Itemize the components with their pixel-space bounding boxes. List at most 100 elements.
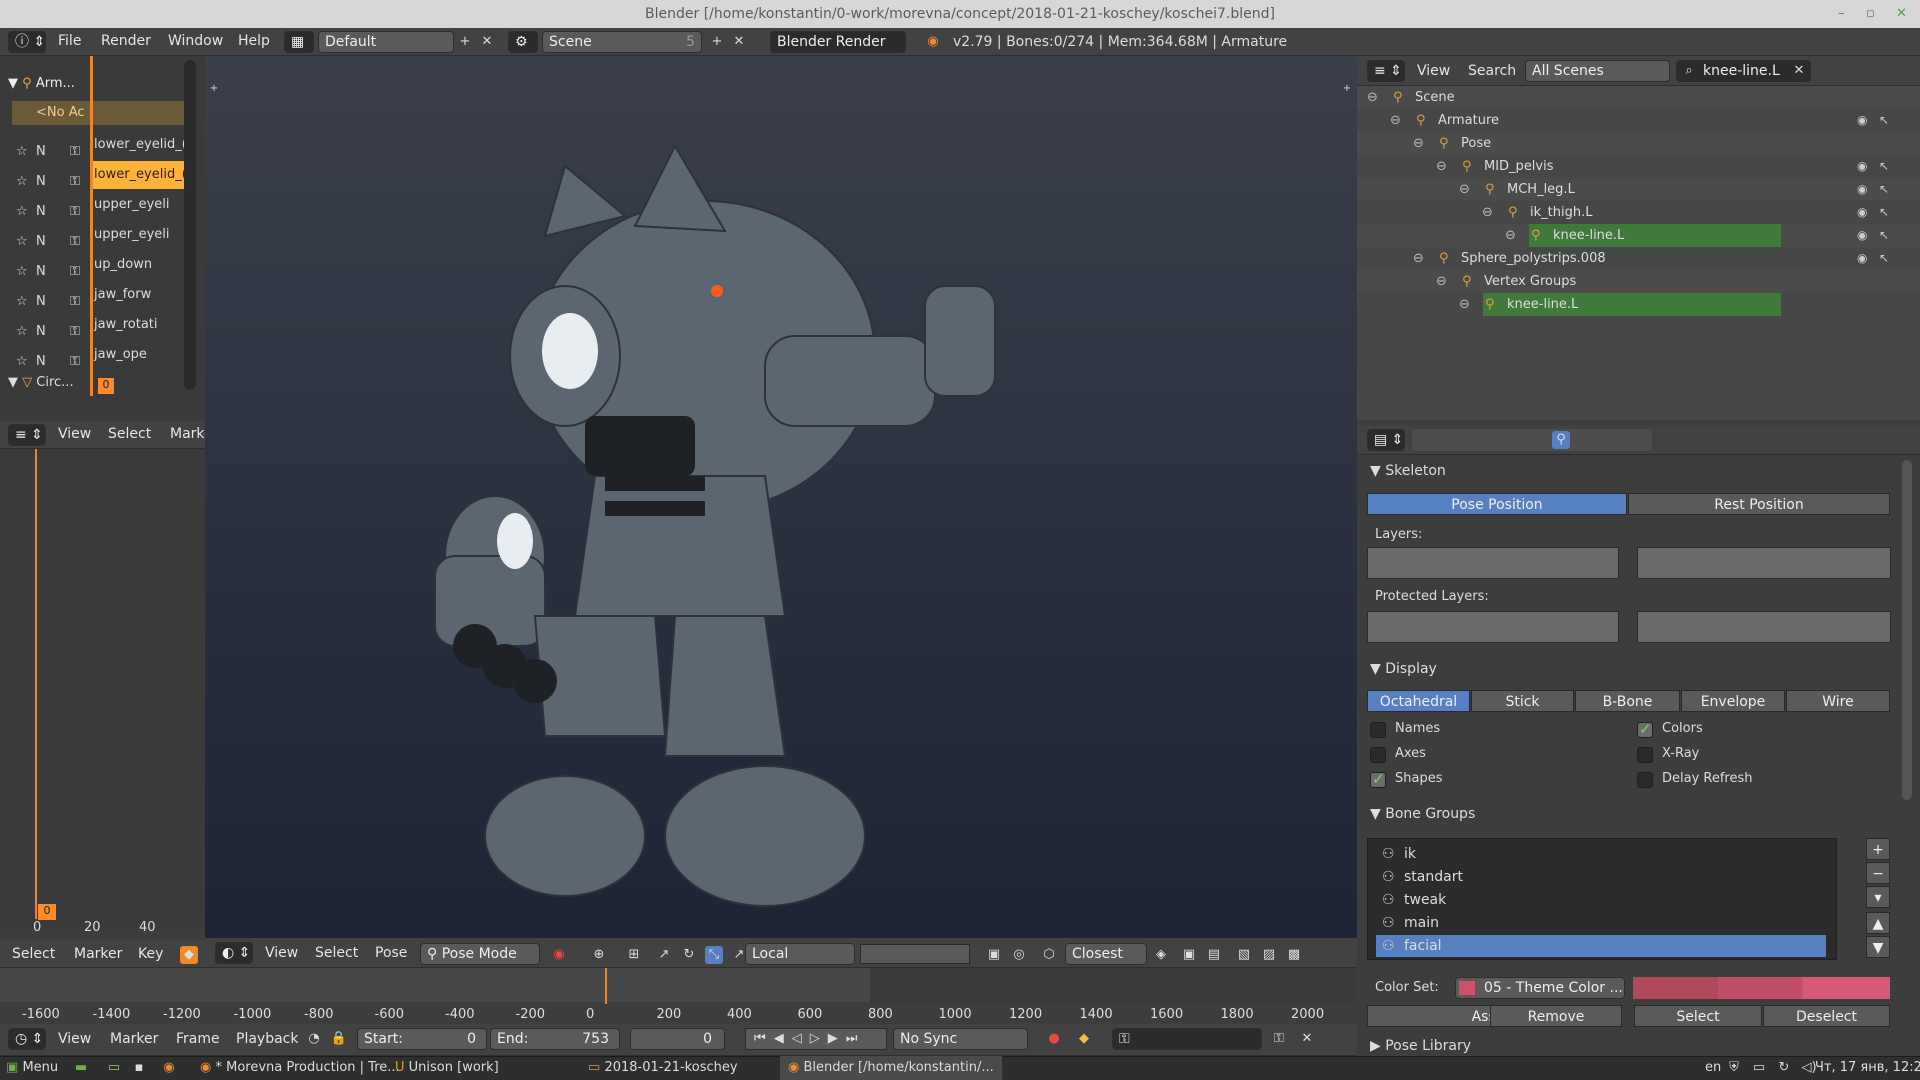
insert-keyframe-icon[interactable]: ⚿ (1270, 1030, 1288, 1048)
expand-icon[interactable]: ⊖ (1367, 86, 1378, 109)
visibility-icon[interactable]: ◉ (1857, 201, 1867, 224)
viewport-corner-tl-icon[interactable]: + (205, 80, 223, 98)
expand-icon[interactable]: ⊖ (1413, 247, 1424, 270)
blender-launcher-icon[interactable]: ◉ (160, 1059, 178, 1077)
timeline-menu-playback[interactable]: Playback (236, 1031, 298, 1047)
delete-keyframe-icon[interactable]: ✕ (1298, 1030, 1316, 1048)
nla-no-action[interactable]: <No Ac (12, 101, 184, 125)
checkbox-axes[interactable] (1370, 747, 1386, 763)
visibility-icon[interactable]: ◉ (1857, 178, 1867, 201)
task-folder[interactable]: ▭ 2018-01-21-koschey (588, 1056, 738, 1080)
deselect-button[interactable]: Deselect (1763, 1005, 1890, 1027)
sync-select[interactable]: No Sync (893, 1028, 1028, 1050)
visibility-icon[interactable]: ◉ (1857, 247, 1867, 270)
expand-icon[interactable]: ⊖ (1390, 109, 1401, 132)
menu-file[interactable]: File (58, 33, 81, 49)
layer-buttons[interactable] (860, 944, 970, 964)
outliner-item[interactable]: ⊖ ⚲ Vertex Groups (1357, 270, 1920, 293)
graph-menu-view[interactable]: View (58, 426, 91, 442)
timeline-playhead[interactable] (605, 968, 607, 1004)
end-frame-field[interactable]: End: 753 (490, 1028, 620, 1050)
properties-scrollbar[interactable] (1902, 460, 1912, 800)
checkbox-colors[interactable] (1637, 720, 1653, 738)
expand-icon[interactable]: ⊖ (1436, 270, 1447, 293)
viewport-menu-select[interactable]: Select (315, 945, 358, 961)
viewport-corner-tr-icon[interactable]: + (1338, 80, 1356, 98)
expand-icon[interactable]: ⊖ (1482, 201, 1493, 224)
nla-track-row[interactable]: ☆ N ⚿ jaw_rotati (12, 311, 184, 339)
outliner-filter-select[interactable]: All Scenes (1525, 60, 1670, 82)
bone-group-item[interactable]: ⚇ ik (1376, 843, 1826, 865)
protected-layers-grid-left[interactable] (1367, 611, 1619, 643)
clock[interactable]: Чт, 17 янв, 12:23 (1815, 1056, 1920, 1080)
remove-button[interactable]: Remove (1490, 1005, 1622, 1027)
checkbox-shapes[interactable] (1370, 770, 1386, 788)
outliner-item[interactable]: ⊖ ⚲ Armature ◉ ↖ (1357, 109, 1920, 132)
display-octahedral-button[interactable]: Octahedral (1367, 690, 1470, 712)
keyboard-layout[interactable]: en (1705, 1056, 1721, 1080)
menu-window[interactable]: Window (168, 33, 223, 49)
lock-icon[interactable]: ⚿ (70, 348, 80, 376)
graph-footer-marker[interactable]: Marker (74, 946, 122, 962)
outliner-item[interactable]: ⊖ ⚲ knee-line.L ◉ ↖ (1357, 224, 1920, 247)
clear-search-icon[interactable]: ✕ (1790, 62, 1808, 80)
timeline-menu-view[interactable]: View (58, 1031, 91, 1047)
nla-track-row[interactable]: ☆ N ⚿ jaw_forw (12, 281, 184, 309)
color-set-preview[interactable] (1633, 977, 1890, 999)
selectable-icon[interactable]: ↖ (1879, 247, 1889, 270)
snap-icon[interactable]: ◈ (1152, 946, 1170, 964)
viewport-menu-pose[interactable]: Pose (375, 945, 407, 961)
render-engine-select[interactable]: Blender Render (770, 31, 906, 53)
snap-element-icon[interactable]: ⬡ (1040, 946, 1058, 964)
snap-target-select[interactable]: Closest (1065, 943, 1147, 965)
move-up-icon[interactable]: ▲ (1866, 912, 1890, 934)
editor-type-icon[interactable]: ⓘ ⇕ (8, 31, 46, 53)
nla-scrollbar[interactable] (184, 60, 196, 390)
bone-group-item[interactable]: ⚇ standart (1376, 866, 1826, 888)
graph-playhead[interactable] (35, 449, 37, 919)
nla-track-row[interactable]: ☆ N ⚿ upper_eyeli (12, 221, 184, 249)
expand-icon[interactable]: ⊖ (1459, 293, 1470, 316)
nla-playhead[interactable] (90, 56, 93, 396)
add-scene-icon[interactable]: + (708, 33, 726, 51)
mode-select[interactable]: ⚲ Pose Mode (420, 943, 540, 965)
delete-layout-icon[interactable]: ✕ (478, 33, 496, 51)
add-bone-group-icon[interactable]: + (1866, 838, 1890, 860)
outliner-editor-type-icon[interactable]: ≡ ⇕ (1367, 60, 1405, 82)
graph-editor-type-icon[interactable]: ≡ ⇕ (8, 424, 46, 446)
checkbox-names[interactable] (1370, 722, 1386, 738)
shield-icon[interactable]: ⛨ (1725, 1059, 1743, 1077)
minimize-icon[interactable]: – (1838, 0, 1845, 28)
paste-pose-icon[interactable]: ▨ (1260, 946, 1278, 964)
expand-icon[interactable]: ⊖ (1459, 178, 1470, 201)
graph-menu-select[interactable]: Select (108, 426, 151, 442)
task-unison[interactable]: U Unison [work] (395, 1056, 499, 1080)
timeline-menu-frame[interactable]: Frame (176, 1031, 220, 1047)
skeleton-panel-header[interactable]: ▼ Skeleton (1370, 463, 1446, 479)
checkbox-x-ray[interactable] (1637, 747, 1653, 763)
nla-track-row[interactable]: ☆ N ⚿ lower_eyelid_( (12, 161, 184, 189)
move-down-icon[interactable]: ▼ (1866, 936, 1890, 958)
pivot-icon[interactable]: ⊕ (590, 946, 608, 964)
pose-position-button[interactable]: Pose Position (1367, 493, 1627, 515)
start-menu-button[interactable]: ▣ Menu (6, 1056, 58, 1080)
color-set-select[interactable]: 05 - Theme Color ... (1455, 977, 1625, 999)
task-blender[interactable]: ◉ Blender [/home/konstantin/... (780, 1056, 1002, 1080)
translate-icon[interactable]: ↗ (655, 946, 673, 964)
graph-footer-select[interactable]: Select (12, 946, 55, 962)
lock-layers-icon[interactable]: ▣ (985, 946, 1003, 964)
visibility-icon[interactable]: ◉ (1857, 109, 1867, 132)
protected-layers-grid-right[interactable] (1637, 611, 1891, 643)
outliner-menu-view[interactable]: View (1417, 63, 1450, 79)
armature-data-tab-icon[interactable]: ⚲ (1552, 431, 1570, 449)
nla-track-row[interactable]: ☆ N ⚿ up_down (12, 251, 184, 279)
outliner-item[interactable]: ⊖ ⚲ Scene (1357, 86, 1920, 109)
nla-track-row[interactable]: ☆ N ⚿ lower_eyelid_( (12, 131, 184, 159)
start-frame-field[interactable]: Start: 0 (357, 1028, 487, 1050)
nla-track-row[interactable]: ☆ N ⚿ jaw_ope (12, 341, 184, 369)
keyframe-icon[interactable]: ◆ (1075, 1030, 1093, 1048)
display-panel-header[interactable]: ▼ Display (1370, 661, 1437, 677)
layout-icon[interactable]: ▦ (284, 31, 314, 53)
outliner-item[interactable]: ⊖ ⚲ MID_pelvis ◉ ↖ (1357, 155, 1920, 178)
expand-icon[interactable]: ⊖ (1436, 155, 1447, 178)
